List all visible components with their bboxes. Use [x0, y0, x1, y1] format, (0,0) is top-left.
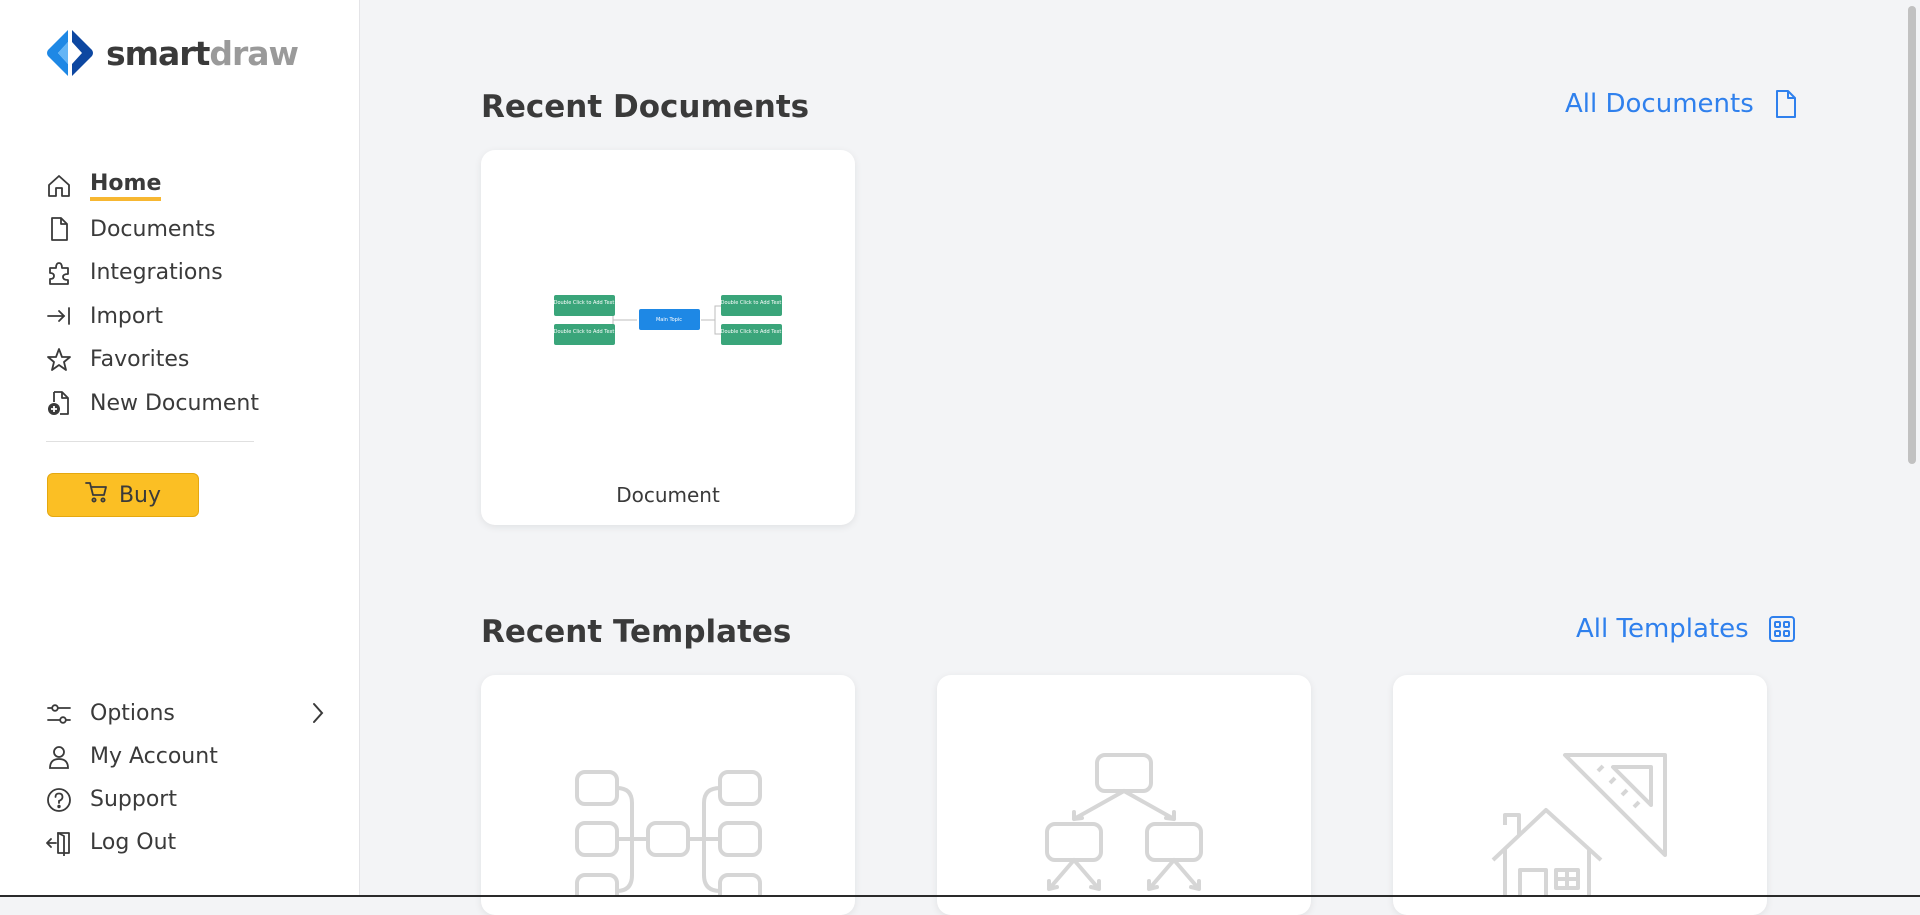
new-document-icon [46, 390, 72, 416]
sidebar-divider [46, 441, 254, 442]
grid-icon [1768, 616, 1795, 642]
buy-button[interactable]: Buy [47, 473, 199, 517]
help-circle-icon [46, 787, 72, 813]
all-templates-link[interactable]: All Templates [1576, 614, 1795, 644]
bottom-nav: Options My Account Support Log Out [46, 692, 336, 864]
main-content: Recent Documents All Documents Double Cl… [361, 0, 1920, 915]
document-thumbnail: Double Click to Add Text Double Click to… [554, 295, 782, 345]
nav-item-new-document[interactable]: New Document [46, 382, 259, 426]
nav-label-favorites: Favorites [90, 347, 190, 373]
smartdraw-logo-icon [47, 30, 93, 76]
nav-label-log-out: Log Out [90, 830, 177, 855]
sidebar: smartdraw Home Documents Integrations Im… [0, 0, 360, 897]
template-card-flowchart[interactable] [937, 675, 1311, 915]
document-icon [46, 216, 72, 242]
all-documents-label: All Documents [1565, 89, 1754, 119]
document-caption: Document [616, 483, 720, 507]
mind-map-template-icon [575, 770, 762, 897]
nav-item-my-account[interactable]: My Account [46, 735, 336, 778]
nav-item-support[interactable]: Support [46, 778, 336, 821]
floor-plan-template-icon [1491, 753, 1667, 897]
recent-templates-title: Recent Templates [481, 614, 792, 650]
cart-icon [85, 480, 109, 510]
chevron-right-icon [310, 701, 326, 729]
import-icon [46, 303, 72, 329]
all-documents-link[interactable]: All Documents [1565, 89, 1798, 119]
nav-item-import[interactable]: Import [46, 295, 259, 339]
star-icon [46, 347, 72, 373]
sliders-icon [46, 701, 72, 727]
nav-item-log-out[interactable]: Log Out [46, 821, 336, 864]
nav-label-options: Options [90, 701, 175, 726]
user-icon [46, 744, 72, 770]
template-card-mind-map[interactable] [481, 675, 855, 915]
puzzle-icon [46, 260, 72, 286]
nav-label-home: Home [90, 171, 162, 201]
flowchart-template-icon [1045, 753, 1203, 891]
thumb-node-text: Double Click to Add Text [721, 300, 782, 306]
thumb-node-text: Double Click to Add Text [554, 329, 615, 335]
nav-label-documents: Documents [90, 216, 216, 242]
nav-label-integrations: Integrations [90, 260, 223, 286]
thumb-node-text: Double Click to Add Text [721, 329, 782, 335]
buy-label: Buy [118, 482, 162, 508]
document-icon [1774, 89, 1798, 119]
home-icon [46, 173, 72, 199]
all-templates-label: All Templates [1576, 614, 1749, 644]
nav-item-favorites[interactable]: Favorites [46, 338, 259, 382]
logo-text-draw: draw [209, 33, 299, 73]
nav-label-support: Support [90, 787, 177, 812]
document-card[interactable]: Double Click to Add Text Double Click to… [481, 150, 855, 525]
nav-label-my-account: My Account [90, 744, 218, 769]
nav-label-import: Import [90, 303, 164, 329]
thumb-node-text: Double Click to Add Text [554, 300, 615, 306]
recent-documents-title: Recent Documents [481, 89, 810, 125]
logo-text-smart: smart [106, 33, 210, 73]
smartdraw-logo[interactable]: smartdraw [46, 28, 299, 78]
vertical-scrollbar[interactable] [1903, 0, 1920, 897]
main-nav: Home Documents Integrations Import Favor… [46, 164, 259, 425]
nav-item-documents[interactable]: Documents [46, 208, 259, 252]
nav-item-home[interactable]: Home [46, 164, 259, 208]
template-card-floor-plan[interactable] [1393, 675, 1767, 915]
nav-item-options[interactable]: Options [46, 692, 336, 735]
log-out-icon [46, 830, 72, 856]
nav-item-integrations[interactable]: Integrations [46, 251, 259, 295]
thumb-main-topic: Main Topic [656, 317, 682, 323]
nav-label-new-document: New Document [90, 390, 259, 416]
scrollbar-thumb[interactable] [1908, 6, 1916, 464]
